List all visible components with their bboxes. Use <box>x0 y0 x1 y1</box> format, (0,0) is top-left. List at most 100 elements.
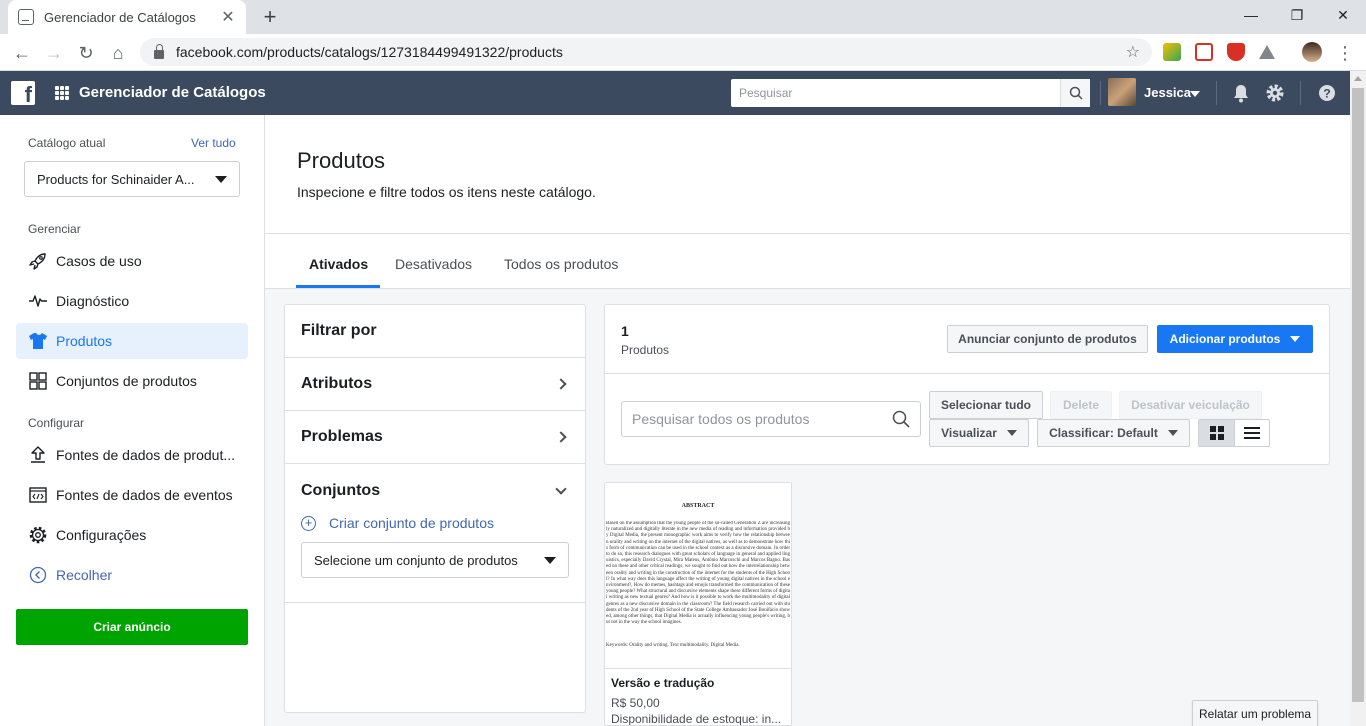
tab-close-icon[interactable]: ✕ <box>220 7 236 27</box>
configure-section-label: Configurar <box>28 416 85 430</box>
forward-icon[interactable]: → <box>42 41 66 65</box>
current-catalog-label: Catálogo atual <box>28 136 106 150</box>
sidebar-item-label: Conjuntos de produtos <box>56 373 197 389</box>
bell-icon[interactable] <box>1230 82 1252 104</box>
extension-icon[interactable] <box>1227 43 1245 61</box>
create-set-label: Criar conjunto de produtos <box>329 515 494 531</box>
tab-enabled[interactable]: Ativados <box>309 256 368 272</box>
product-count-label: Produtos <box>621 343 670 357</box>
sidebar-item-product-feeds[interactable]: Fontes de dados de produt... <box>16 437 248 473</box>
sidebar-item-label: Diagnóstico <box>56 293 130 309</box>
tab-all-products[interactable]: Todos os produtos <box>504 256 618 272</box>
new-tab-button[interactable]: + <box>258 4 282 30</box>
create-ad-button[interactable]: Criar anúncio <box>16 609 248 645</box>
add-products-button[interactable]: Adicionar produtos <box>1157 325 1313 353</box>
plus-circle-icon: + <box>301 515 316 531</box>
filter-panel: Filtrar por Atributos Problemas Conjunto… <box>284 304 586 713</box>
see-all-link[interactable]: Ver tudo <box>191 136 236 150</box>
avatar[interactable] <box>1108 78 1136 106</box>
address-bar: ← → ↻ ⌂ facebook.com/products/catalogs/1… <box>0 34 1366 71</box>
filter-sets[interactable]: Conjuntos <box>285 464 585 517</box>
profile-avatar[interactable] <box>1302 42 1322 62</box>
thumbnail-heading: ABSTRACT <box>681 503 715 509</box>
bookmark-star-icon[interactable]: ☆ <box>1126 42 1140 62</box>
drive-icon[interactable] <box>1259 45 1275 59</box>
filter-attributes[interactable]: Atributos <box>285 358 585 411</box>
delete-button[interactable]: Delete <box>1050 391 1112 419</box>
search-icon[interactable] <box>892 410 910 428</box>
view-dropdown[interactable]: Visualizar <box>929 419 1029 447</box>
chevron-down-icon <box>555 482 567 495</box>
filter-header: Filtrar por <box>285 305 585 358</box>
facebook-logo-icon[interactable]: f <box>11 81 35 105</box>
code-icon <box>28 485 48 505</box>
scroll-up-icon[interactable] <box>1354 76 1362 81</box>
product-count: 1 <box>621 323 629 339</box>
report-problem-button[interactable]: Relatar um problema <box>1192 700 1319 726</box>
extension-icon[interactable] <box>1163 43 1181 61</box>
sidebar-item-settings[interactable]: Configurações <box>16 517 248 553</box>
back-icon[interactable]: ← <box>10 41 34 65</box>
minimize-icon[interactable]: — <box>1228 0 1274 30</box>
sidebar-item-label: Casos de uso <box>56 253 142 269</box>
sidebar-item-label: Fontes de dados de eventos <box>56 487 233 503</box>
menu-kebab-icon[interactable]: ⋮ <box>1333 41 1357 65</box>
sidebar-item-diagnostics[interactable]: Diagnóstico <box>16 283 248 319</box>
collapse-icon <box>28 565 48 585</box>
grid-view-button[interactable] <box>1199 420 1234 446</box>
page-subtitle: Inspecione e filtre todos os itens neste… <box>297 184 596 200</box>
caret-down-icon <box>215 175 227 183</box>
scrollbar[interactable] <box>1350 71 1366 726</box>
tab-disabled[interactable]: Desativados <box>395 256 472 272</box>
product-card[interactable]: ABSTRACT Based on the assumption that th… <box>604 482 792 726</box>
thumbnail-keywords: Keywords: Orality and writing. Text mult… <box>606 643 740 648</box>
url-field[interactable]: facebook.com/products/catalogs/127318449… <box>140 38 1152 66</box>
divider <box>285 602 585 603</box>
create-set-link[interactable]: + Criar conjunto de produtos <box>301 515 494 531</box>
catalog-dropdown[interactable]: Products for Schinaider A... <box>24 161 240 197</box>
product-price: R$ 50,00 <box>611 696 660 710</box>
caret-down-icon <box>1167 430 1178 436</box>
app-title[interactable]: Gerenciador de Catálogos <box>79 84 266 101</box>
list-view-icon <box>1244 427 1260 439</box>
apps-grid-icon[interactable] <box>55 86 69 100</box>
sidebar-item-label: Configurações <box>56 527 147 543</box>
home-icon[interactable]: ⌂ <box>106 41 130 65</box>
header-search <box>731 79 1090 107</box>
user-name[interactable]: Jessica <box>1144 85 1191 100</box>
set-select-value: Selecione um conjunto de produtos <box>314 552 518 568</box>
sort-dropdown[interactable]: Classificar: Default <box>1037 419 1190 447</box>
sidebar: Catálogo atual Ver tudo Products for Sch… <box>0 115 265 726</box>
extension-icon[interactable] <box>1195 43 1213 61</box>
search-button[interactable] <box>1060 79 1090 107</box>
gear-icon[interactable] <box>1264 82 1286 104</box>
maximize-icon[interactable]: ❐ <box>1274 0 1320 30</box>
product-search-input[interactable] <box>632 411 892 427</box>
user-menu-caret-icon[interactable] <box>1190 91 1200 97</box>
help-icon[interactable]: ? <box>1316 82 1338 104</box>
advertise-set-button[interactable]: Anunciar conjunto de produtos <box>947 325 1148 353</box>
sidebar-item-products[interactable]: Produtos <box>16 323 248 359</box>
sidebar-item-event-sources[interactable]: Fontes de dados de eventos <box>16 477 248 513</box>
caret-down-icon <box>1006 430 1017 436</box>
reload-icon[interactable]: ↻ <box>74 41 98 65</box>
scrollbar-thumb[interactable] <box>1352 88 1364 702</box>
set-select-dropdown[interactable]: Selecione um conjunto de produtos <box>301 542 569 578</box>
browser-tab[interactable]: Gerenciador de Catálogos ✕ <box>8 0 246 34</box>
sidebar-collapse[interactable]: Recolher <box>16 557 248 593</box>
divider <box>605 373 1329 374</box>
window-close-icon[interactable]: ✕ <box>1320 0 1366 30</box>
filter-problems[interactable]: Problemas <box>285 411 585 464</box>
divider <box>1216 81 1217 105</box>
sidebar-item-use-cases[interactable]: Casos de uso <box>16 243 248 279</box>
deactivate-button[interactable]: Desativar veiculação <box>1119 391 1262 419</box>
product-stock: Disponibilidade de estoque: in... <box>611 712 782 726</box>
filter-attributes-label: Atributos <box>301 375 373 392</box>
page-header: Produtos Inspecione e filtre todos os it… <box>265 115 1350 234</box>
search-icon <box>1069 86 1083 100</box>
add-products-label: Adicionar produtos <box>1169 332 1281 346</box>
header-search-input[interactable] <box>731 79 1060 107</box>
list-view-button[interactable] <box>1234 420 1269 446</box>
sidebar-item-product-sets[interactable]: Conjuntos de produtos <box>16 363 248 399</box>
select-all-button[interactable]: Selecionar tudo <box>929 391 1043 419</box>
